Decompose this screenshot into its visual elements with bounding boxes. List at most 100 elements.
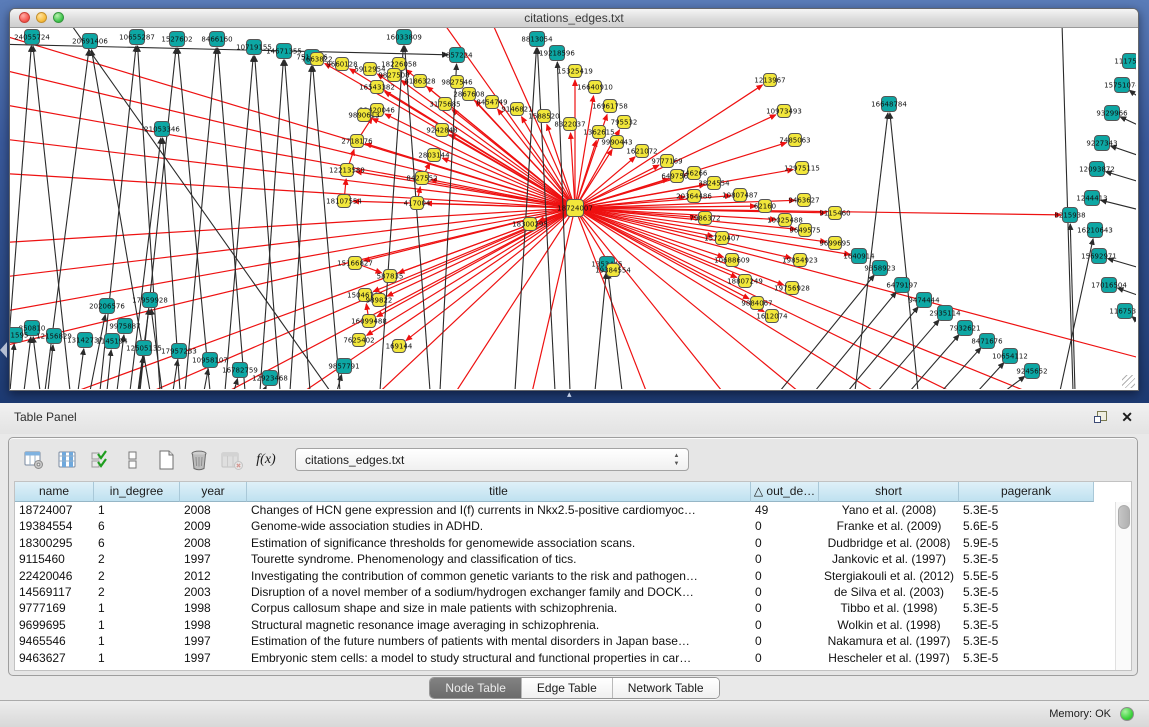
cell-in_degree[interactable]: 1 (94, 633, 180, 649)
cell-short[interactable]: Franke et al. (2009) (819, 518, 959, 534)
graph-node[interactable]: 15325419 (557, 65, 593, 78)
graph-node[interactable]: 8466160 (201, 32, 232, 47)
cell-pagerank[interactable]: 5.3E-5 (959, 502, 1094, 518)
cell-out_de[interactable]: 0 (751, 650, 819, 666)
cell-pagerank[interactable]: 5.5E-5 (959, 568, 1094, 584)
graph-node[interactable]: 1244413 (1076, 191, 1107, 206)
column-header-year[interactable]: year (180, 482, 247, 502)
cell-in_degree[interactable]: 1 (94, 502, 180, 518)
cell-short[interactable]: Hescheler et al. (1997) (819, 650, 959, 666)
select-rows-button[interactable] (88, 448, 112, 472)
graph-node[interactable]: 10025488 (767, 214, 803, 227)
tab-node-table[interactable]: Node Table (430, 678, 522, 698)
cell-title[interactable]: Embryonic stem cells: a model to study s… (247, 650, 751, 666)
cell-year[interactable]: 1998 (180, 600, 247, 616)
table-row[interactable]: 969969511998Structural magnetic resonanc… (15, 617, 1131, 633)
graph-edge-black[interactable] (225, 56, 253, 389)
close-panel-icon[interactable]: ✕ (1121, 408, 1133, 426)
cell-title[interactable]: Estimation of significance thresholds fo… (247, 535, 751, 551)
graph-node[interactable]: 7485063 (779, 134, 810, 147)
cell-short[interactable]: Yano et al. (2008) (819, 502, 959, 518)
cell-year[interactable]: 2003 (180, 584, 247, 600)
cell-short[interactable]: Stergiakouli et al. (2012) (819, 568, 959, 584)
cell-short[interactable]: Tibbo et al. (1998) (819, 600, 959, 616)
graph-node[interactable]: 9474444 (908, 293, 940, 308)
graph-node[interactable]: 9777169 (651, 155, 682, 168)
graph-node[interactable]: 16210643 (1077, 223, 1113, 238)
cell-name[interactable]: 9777169 (15, 600, 94, 616)
close-window-button[interactable] (19, 12, 30, 23)
graph-edge-black[interactable] (978, 363, 1004, 389)
cell-name[interactable]: 14569117 (15, 584, 94, 600)
graph-node[interactable]: 1167534 (1109, 304, 1136, 319)
network-window[interactable]: citations_edges.txt 24055724206914061065… (9, 8, 1139, 391)
graph-node[interactable]: 12093872 (1079, 162, 1115, 177)
graph-edge-red[interactable] (530, 208, 575, 389)
table-row[interactable]: 977716911998Corpus callosum shape and si… (15, 600, 1131, 616)
cell-title[interactable]: Changes of HCN gene expression and I(f) … (247, 502, 751, 518)
graph-node[interactable]: 6479197 (886, 278, 917, 293)
graph-edge-red[interactable] (10, 138, 575, 208)
graph-node[interactable]: 21053346 (144, 122, 180, 137)
network-view[interactable]: 2405572420691406106552871527602846616010… (10, 28, 1136, 389)
graph-node[interactable]: 12213589 (329, 164, 365, 177)
cell-year[interactable]: 2008 (180, 502, 247, 518)
cell-in_degree[interactable]: 2 (94, 568, 180, 584)
graph-node[interactable]: 7625402 (343, 334, 374, 347)
graph-edge-red[interactable] (575, 141, 596, 208)
table-selector-dropdown[interactable]: citations_edges.txt ▲▼ (295, 448, 689, 471)
cell-name[interactable]: 18300295 (15, 535, 94, 551)
column-header-short[interactable]: short (819, 482, 959, 502)
select-columns-button[interactable] (55, 448, 79, 472)
cell-in_degree[interactable]: 1 (94, 617, 180, 633)
cell-year[interactable]: 1997 (180, 551, 247, 567)
cell-name[interactable]: 18724007 (15, 502, 94, 518)
graph-node[interactable]: 9975887 (109, 319, 140, 334)
minimize-window-button[interactable] (36, 12, 47, 23)
graph-node[interactable]: 9115460 (819, 207, 850, 220)
graph-edge-black[interactable] (33, 337, 40, 389)
graph-node[interactable]: 10973493 (766, 105, 802, 118)
graph-edge-red[interactable] (575, 208, 1136, 358)
divider-arrow-icon[interactable]: ▴ (567, 389, 572, 399)
graph-node[interactable]: 10654112 (992, 349, 1028, 364)
graph-edge-black[interactable] (10, 344, 14, 389)
cell-out_de[interactable]: 0 (751, 584, 819, 600)
graph-node[interactable]: 1612074 (756, 310, 788, 323)
graph-node[interactable]: 15692971 (1081, 249, 1117, 264)
cell-in_degree[interactable]: 1 (94, 600, 180, 616)
graph-node[interactable]: 10807487 (722, 189, 758, 202)
graph-node[interactable]: 9227343 (1086, 136, 1117, 151)
cell-title[interactable]: Investigating the contribution of common… (247, 568, 751, 584)
delete-table-button[interactable] (187, 448, 211, 472)
graph-edge-black[interactable] (173, 360, 178, 389)
graph-node[interactable]: 10958107 (192, 353, 228, 368)
graph-node[interactable]: 16640910 (577, 81, 613, 94)
graph-node[interactable]: 9245652 (1016, 364, 1047, 379)
table-row[interactable]: 1830029562008Estimation of significance … (15, 535, 1131, 551)
graph-node[interactable]: 10655287 (119, 30, 155, 45)
table-row[interactable]: 1938455462009Genome-wide association stu… (15, 518, 1131, 534)
cell-name[interactable]: 22420046 (15, 568, 94, 584)
column-header-out_de[interactable]: △ out_de… (751, 482, 819, 502)
cell-name[interactable]: 9463627 (15, 650, 94, 666)
cell-title[interactable]: Tourette syndrome. Phenomenology and cla… (247, 551, 751, 567)
cell-pagerank[interactable]: 5.9E-5 (959, 535, 1094, 551)
graph-node[interactable]: 9827546 (441, 76, 473, 89)
cell-in_degree[interactable]: 2 (94, 584, 180, 600)
graph-node[interactable]: 9699695 (819, 237, 850, 250)
graph-node[interactable]: 16961758 (592, 100, 628, 113)
table-scrollbar-thumb[interactable] (1118, 505, 1130, 529)
graph-edge-black[interactable] (848, 307, 918, 389)
graph-edge-red[interactable] (10, 208, 575, 243)
cell-pagerank[interactable]: 5.3E-5 (959, 633, 1094, 649)
cell-short[interactable]: Dudbridge et al. (2008) (819, 535, 959, 551)
table-row[interactable]: 946362711997Embryonic stem cells: a mode… (15, 650, 1131, 666)
cell-out_de[interactable]: 0 (751, 551, 819, 567)
cell-pagerank[interactable]: 5.3E-5 (959, 617, 1094, 633)
graph-edge-red[interactable] (370, 208, 575, 389)
cell-in_degree[interactable]: 1 (94, 650, 180, 666)
cell-title[interactable]: Genome-wide association studies in ADHD. (247, 518, 751, 534)
graph-node[interactable]: 7932621 (949, 321, 980, 336)
graph-node[interactable]: 8471676 (971, 334, 1003, 349)
